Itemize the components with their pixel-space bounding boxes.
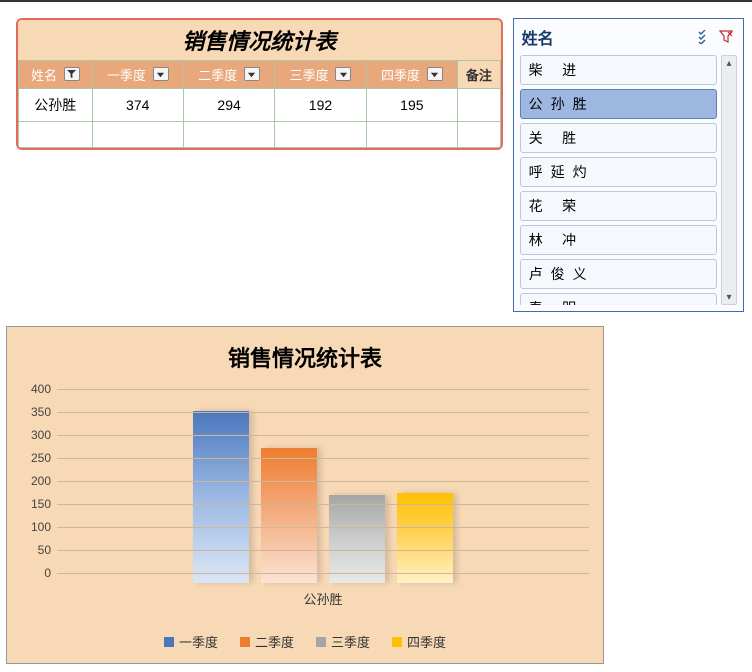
y-tick-label: 50 [38, 543, 51, 557]
col-q4[interactable]: 四季度 [366, 61, 457, 89]
col-q2-label: 二季度 [198, 65, 237, 84]
col-q3-label: 三季度 [290, 65, 329, 84]
bar-group-container [57, 389, 589, 583]
table-row[interactable] [19, 122, 501, 148]
y-tick-label: 350 [31, 405, 51, 419]
col-q2[interactable]: 二季度 [183, 61, 274, 89]
cell-name[interactable]: 公孙胜 [19, 89, 93, 122]
grid-line [57, 412, 589, 413]
legend-item[interactable]: 二季度 [240, 632, 294, 651]
dropdown-icon[interactable] [153, 67, 169, 81]
scroll-up-icon[interactable]: ▴ [722, 56, 736, 70]
cell-q2[interactable]: 294 [183, 89, 274, 122]
grid-line [57, 573, 589, 574]
name-slicer[interactable]: 姓名 柴 进 公孙胜 关 胜 呼延灼 花 荣 林 冲 卢俊义 秦 明 ▴ [513, 18, 744, 312]
sales-table-card: 销售情况统计表 姓名 一季度 [16, 18, 503, 150]
y-tick-label: 250 [31, 451, 51, 465]
slicer-item[interactable]: 呼延灼 [520, 157, 717, 187]
y-tick-label: 150 [31, 497, 51, 511]
legend-item[interactable]: 一季度 [164, 632, 218, 651]
dropdown-icon[interactable] [244, 67, 260, 81]
col-q4-label: 四季度 [381, 65, 420, 84]
chart-plot: 050100150200250300350400 公孙胜 [17, 389, 589, 583]
col-remark-label: 备注 [466, 65, 492, 84]
cell-remark[interactable] [458, 89, 501, 122]
sales-chart[interactable]: 销售情况统计表 0 50 100 150 200 250 300 350 400 公孙胜 一季度… [6, 326, 604, 664]
grid-line [57, 389, 589, 390]
col-q1-label: 一季度 [107, 65, 146, 84]
bar-q3 [329, 495, 385, 583]
y-tick-label: 300 [31, 428, 51, 442]
slicer-item[interactable]: 公孙胜 [520, 89, 717, 119]
cell-q4[interactable]: 195 [366, 89, 457, 122]
bar-q2 [261, 448, 317, 583]
y-tick-label: 200 [31, 474, 51, 488]
grid-line [57, 481, 589, 482]
scroll-down-icon[interactable]: ▾ [722, 290, 736, 304]
grid-line [57, 504, 589, 505]
legend-item[interactable]: 四季度 [392, 632, 446, 651]
slicer-item[interactable]: 关 胜 [520, 123, 717, 153]
filter-icon[interactable] [64, 67, 80, 81]
slicer-item[interactable]: 柴 进 [520, 55, 717, 85]
col-remark: 备注 [458, 61, 501, 89]
dropdown-icon[interactable] [427, 67, 443, 81]
bar-q4 [397, 493, 453, 583]
slicer-title: 姓名 [522, 25, 691, 49]
slicer-item[interactable]: 林 冲 [520, 225, 717, 255]
chart-title: 销售情况统计表 [7, 327, 603, 381]
y-tick-label: 0 [44, 566, 51, 580]
grid-line [57, 550, 589, 551]
scrollbar[interactable]: ▴ ▾ [721, 55, 737, 305]
grid-line [57, 435, 589, 436]
x-category-label: 公孙胜 [57, 589, 589, 608]
dropdown-icon[interactable] [335, 67, 351, 81]
grid-line [57, 458, 589, 459]
y-axis: 050100150200250300350400 [17, 389, 55, 583]
cell-q3[interactable]: 192 [275, 89, 366, 122]
legend-item[interactable]: 三季度 [316, 632, 370, 651]
slicer-list: 柴 进 公孙胜 关 胜 呼延灼 花 荣 林 冲 卢俊义 秦 明 [520, 55, 717, 305]
slicer-item[interactable]: 秦 明 [520, 293, 717, 305]
bar-group [193, 411, 453, 583]
col-q1[interactable]: 一季度 [92, 61, 183, 89]
slicer-item[interactable]: 花 荣 [520, 191, 717, 221]
col-q3[interactable]: 三季度 [275, 61, 366, 89]
multiselect-icon[interactable] [695, 28, 713, 46]
sales-table: 姓名 一季度 二季度 [18, 60, 501, 148]
clear-filter-icon[interactable] [717, 28, 735, 46]
bar-q1 [193, 411, 249, 583]
table-title: 销售情况统计表 [18, 20, 501, 60]
y-tick-label: 400 [31, 382, 51, 396]
cell-q1[interactable]: 374 [92, 89, 183, 122]
slicer-item[interactable]: 卢俊义 [520, 259, 717, 289]
table-row[interactable]: 公孙胜 374 294 192 195 [19, 89, 501, 122]
y-tick-label: 100 [31, 520, 51, 534]
col-name[interactable]: 姓名 [19, 61, 93, 89]
grid-line [57, 527, 589, 528]
chart-legend: 一季度 二季度 三季度 四季度 [7, 632, 603, 651]
col-name-label: 姓名 [31, 65, 57, 84]
